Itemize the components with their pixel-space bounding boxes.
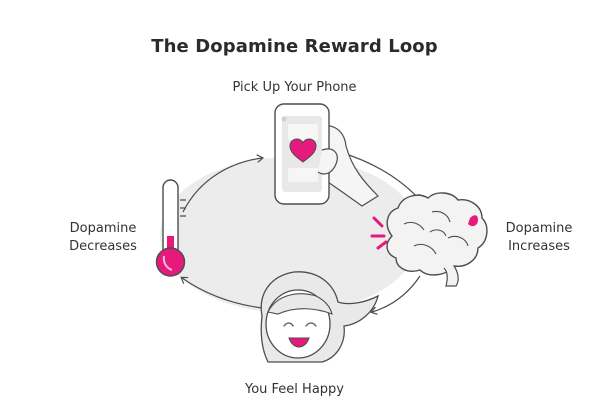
step-dopamine-increases-line2: Increases	[508, 239, 570, 254]
step-pick-up-phone-label: Pick Up Your Phone	[232, 80, 357, 95]
phone-icon	[274, 103, 379, 207]
step-feel-happy-label: You Feel Happy	[245, 382, 344, 397]
step-dopamine-increases-label: Dopamine Increases	[489, 220, 589, 256]
step-dopamine-increases-line1: Dopamine	[505, 221, 573, 236]
step-dopamine-decreases-line2: Decreases	[69, 239, 137, 254]
step-dopamine-decreases-line1: Dopamine	[69, 221, 137, 236]
loop-illustration	[155, 103, 488, 363]
step-dopamine-decreases-label: Dopamine Decreases	[48, 220, 158, 256]
dopamine-loop-diagram: The Dopamine Reward Loop Pick Up Your Ph…	[0, 0, 589, 414]
diagram-title: The Dopamine Reward Loop	[151, 36, 438, 57]
